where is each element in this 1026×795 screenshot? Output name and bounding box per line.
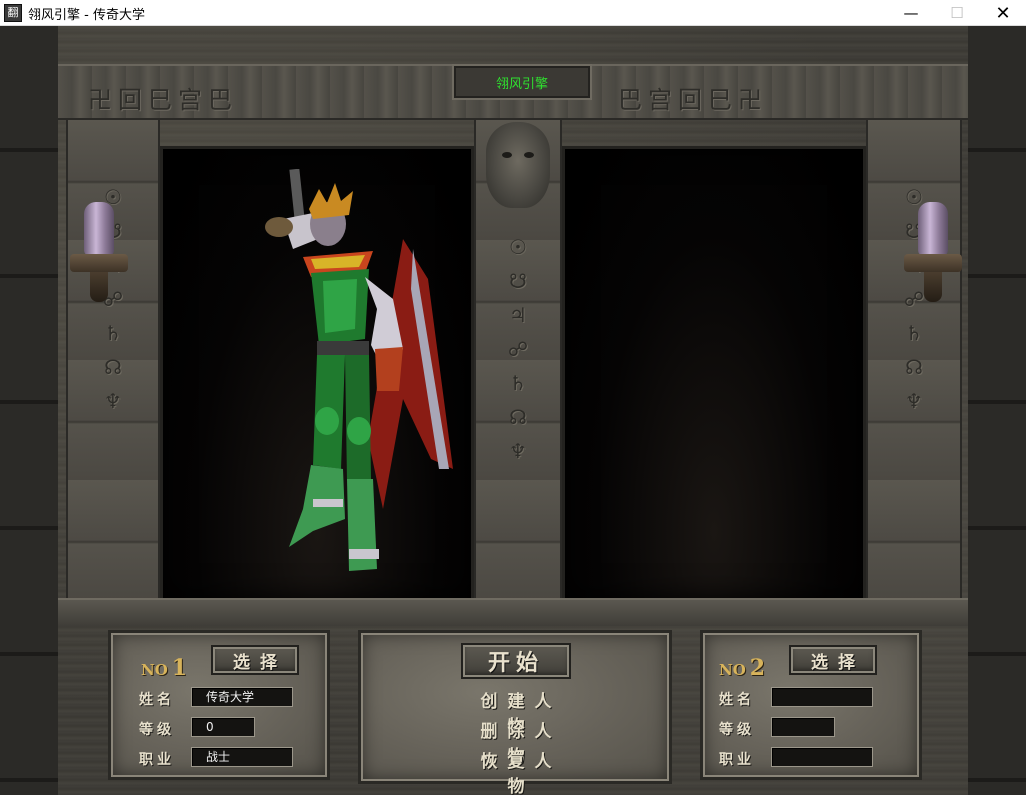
minimize-button[interactable]: — (888, 0, 934, 26)
pillar-left: ☉ ☋ ♃ ☍ ♄ ☊ ♆ (66, 120, 160, 600)
slot-1-number-label: NO 1 (141, 655, 188, 681)
slot-1-level-value: 0 (191, 717, 255, 737)
slot-1-name-value: 传奇大学 (191, 687, 293, 707)
character-actions-panel: 开始 创建人物 删除人物 恢复人物 (358, 630, 672, 795)
window-titlebar: 翻 翎风引擎 - 传奇大学 — ☐ ✕ (0, 0, 1026, 26)
slot-2-name-row: 姓名 (719, 687, 899, 709)
app-icon: 翻 (4, 4, 22, 22)
slot-2-job-label: 职业 (719, 752, 755, 768)
wall-lamp-left-icon (66, 202, 132, 306)
slot-2-name-value (771, 687, 873, 707)
slot-2-number-label: NO 2 (719, 655, 766, 681)
character-select-scene: 卍回巳宫巴 巴宫回巳卍 翎风引擎 ☉ ☋ ♃ ☍ ♄ ☊ ♆ ☉ ☋ ♃ ☍ ♄… (0, 26, 1026, 795)
slot-2-name-label: 姓名 (719, 692, 755, 708)
engine-title-plaque: 翎风引擎 (452, 64, 592, 100)
window-title: 翎风引擎 - 传奇大学 (28, 8, 145, 23)
gargoyle-head-carving (486, 122, 550, 208)
frieze-glyphs-right: 巴宫回巳卍 (618, 86, 768, 114)
slot-1-level-label: 等级 (139, 722, 175, 738)
stone-wall-left (0, 26, 58, 795)
slot-1-select-button[interactable]: 选择 (211, 645, 299, 675)
slot-1-job-row: 职业 战士 (139, 747, 319, 769)
slot-2-level-value (771, 717, 835, 737)
slot-2-info-panel: NO 2 选择 姓名 等级 职业 (700, 630, 922, 780)
restore-character-button[interactable]: 恢复人物 (461, 747, 571, 795)
pillar-runes-center: ☉ ☋ ♃ ☍ ♄ ☊ ♆ (507, 235, 529, 463)
slot-1-level-row: 等级 0 (139, 717, 319, 739)
stone-ledge (58, 598, 968, 626)
character-slot-1-window[interactable] (160, 146, 474, 602)
slot-1-name-row: 姓名 传奇大学 (139, 687, 319, 709)
warrior-character-sprite[interactable] (253, 169, 453, 589)
slot-1-name-label: 姓名 (139, 692, 175, 708)
slot-1-job-value: 战士 (191, 747, 293, 767)
start-game-button[interactable]: 开始 (461, 643, 571, 679)
stone-wall-right (968, 26, 1026, 795)
slot-1-job-label: 职业 (139, 752, 175, 768)
slot-2-job-value (771, 747, 873, 767)
character-slot-2-window[interactable] (562, 146, 866, 602)
pillar-right: ☉ ☋ ♃ ☍ ♄ ☊ ♆ (866, 120, 962, 600)
maximize-button[interactable]: ☐ (934, 0, 980, 26)
slot-2-level-label: 等级 (719, 722, 755, 738)
frieze-glyphs-left: 卍回巳宫巴 (88, 86, 238, 114)
slot-1-info-panel: NO 1 选择 姓名 传奇大学 等级 0 职业 战士 (108, 630, 330, 780)
slot-2-job-row: 职业 (719, 747, 899, 769)
close-button[interactable]: ✕ (980, 0, 1026, 26)
slot-2-level-row: 等级 (719, 717, 899, 739)
slot-2-select-button[interactable]: 选择 (789, 645, 877, 675)
wall-lamp-right-icon (900, 202, 966, 306)
